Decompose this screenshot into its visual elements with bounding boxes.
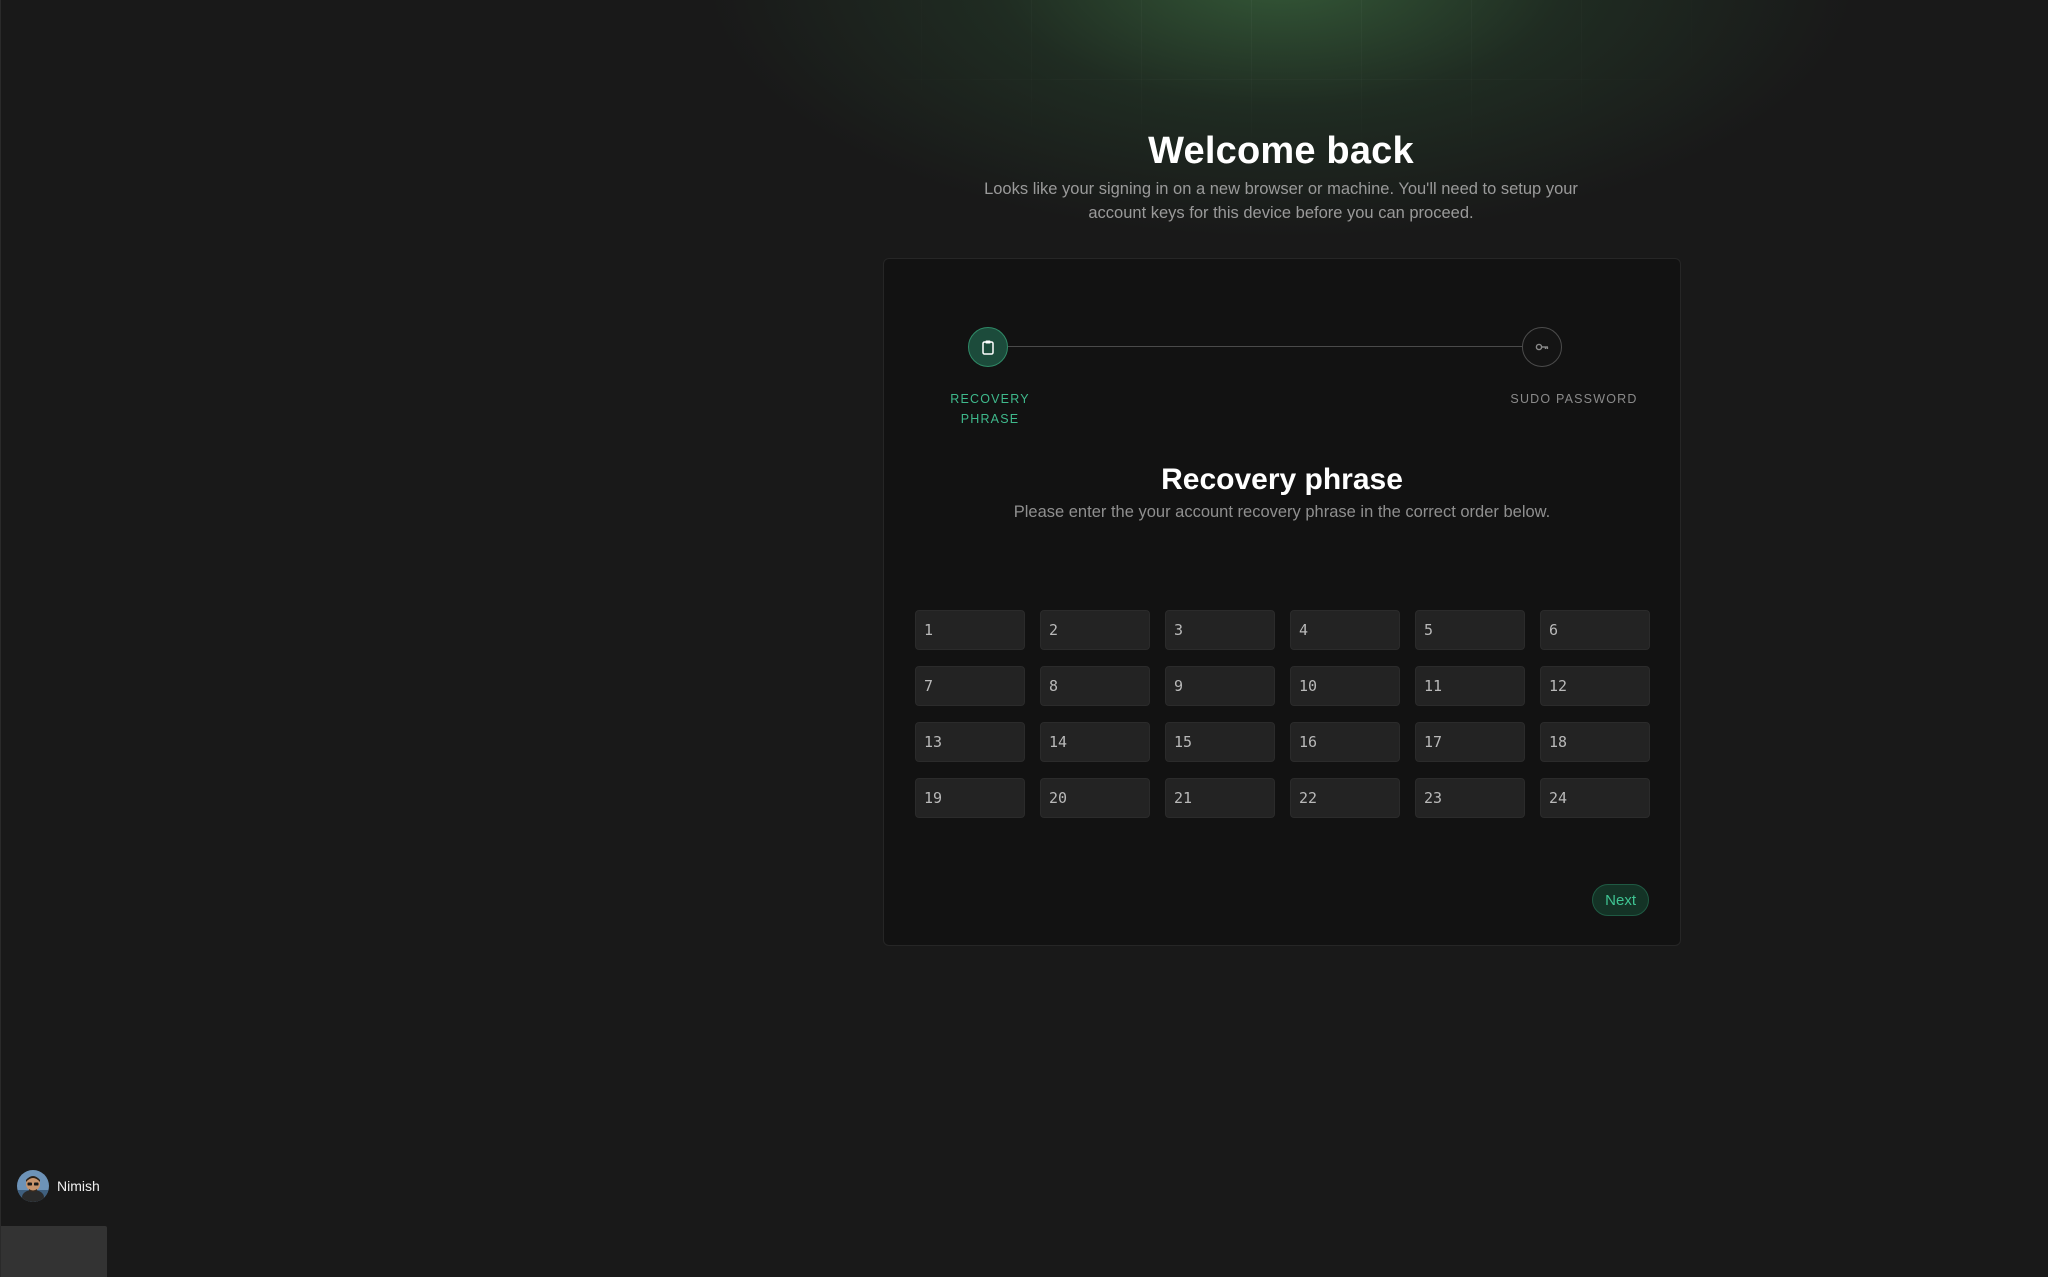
word-field [1540, 722, 1650, 762]
stepper-connector [1008, 346, 1522, 347]
avatar[interactable] [17, 1170, 49, 1202]
word-field [1415, 778, 1525, 818]
word-field [1415, 722, 1525, 762]
word-field [915, 666, 1025, 706]
word-input-18[interactable] [1541, 723, 1649, 761]
word-input-17[interactable] [1416, 723, 1524, 761]
word-input-23[interactable] [1416, 779, 1524, 817]
word-field [1165, 778, 1275, 818]
next-button[interactable]: Next [1592, 884, 1649, 916]
step-sudo-password[interactable] [1522, 327, 1562, 367]
word-field [1290, 610, 1400, 650]
word-field [1290, 666, 1400, 706]
step-label-recovery-phrase: RECOVERY PHRASE [950, 392, 1030, 426]
word-input-16[interactable] [1291, 723, 1399, 761]
user-name: Nimish [57, 1178, 100, 1194]
word-input-22[interactable] [1291, 779, 1399, 817]
word-input-4[interactable] [1291, 611, 1399, 649]
word-field [1290, 778, 1400, 818]
app-root: Welcome back Looks like your signing in … [0, 0, 2048, 1277]
page-subtitle: Looks like your signing in on a new brow… [984, 180, 1578, 222]
word-field [1165, 610, 1275, 650]
word-input-3[interactable] [1166, 611, 1274, 649]
word-field [915, 722, 1025, 762]
word-input-11[interactable] [1416, 667, 1524, 705]
word-field [915, 778, 1025, 818]
word-input-1[interactable] [916, 611, 1024, 649]
recovery-word-grid [915, 610, 1650, 818]
word-input-7[interactable] [916, 667, 1024, 705]
stepper [968, 327, 1562, 367]
word-field [1540, 778, 1650, 818]
welcome-header: Welcome back Looks like your signing in … [881, 130, 1681, 225]
word-field [1040, 666, 1150, 706]
user-avatar-icon [17, 1170, 49, 1202]
word-input-19[interactable] [916, 779, 1024, 817]
user-profile[interactable]: Nimish [17, 1170, 100, 1202]
word-input-15[interactable] [1166, 723, 1274, 761]
setup-card: RECOVERY PHRASE SUDO PASSWORD Recovery p… [883, 258, 1681, 946]
word-field [915, 610, 1025, 650]
word-input-2[interactable] [1041, 611, 1149, 649]
key-icon [1535, 343, 1549, 351]
word-field [1415, 666, 1525, 706]
word-field [1290, 722, 1400, 762]
word-input-20[interactable] [1041, 779, 1149, 817]
word-input-14[interactable] [1041, 723, 1149, 761]
word-field [1540, 666, 1650, 706]
word-input-5[interactable] [1416, 611, 1524, 649]
recovery-description: Please enter the your account recovery p… [1013, 503, 1551, 521]
word-input-6[interactable] [1541, 611, 1649, 649]
step-recovery-phrase[interactable] [968, 327, 1008, 367]
clipboard-icon [982, 340, 994, 355]
word-input-10[interactable] [1291, 667, 1399, 705]
word-field [1040, 610, 1150, 650]
bottom-panel [1, 1226, 107, 1277]
word-field [1165, 666, 1275, 706]
word-field [1040, 778, 1150, 818]
recovery-title: Recovery phrase [1161, 463, 1403, 496]
word-field [1165, 722, 1275, 762]
word-field [1540, 610, 1650, 650]
word-input-21[interactable] [1166, 779, 1274, 817]
word-input-24[interactable] [1541, 779, 1649, 817]
step-label-sudo-password: SUDO PASSWORD [1510, 392, 1638, 406]
word-field [1415, 610, 1525, 650]
word-input-9[interactable] [1166, 667, 1274, 705]
page-title: Welcome back [1148, 130, 1414, 172]
word-input-13[interactable] [916, 723, 1024, 761]
word-input-12[interactable] [1541, 667, 1649, 705]
word-field [1040, 722, 1150, 762]
word-input-8[interactable] [1041, 667, 1149, 705]
